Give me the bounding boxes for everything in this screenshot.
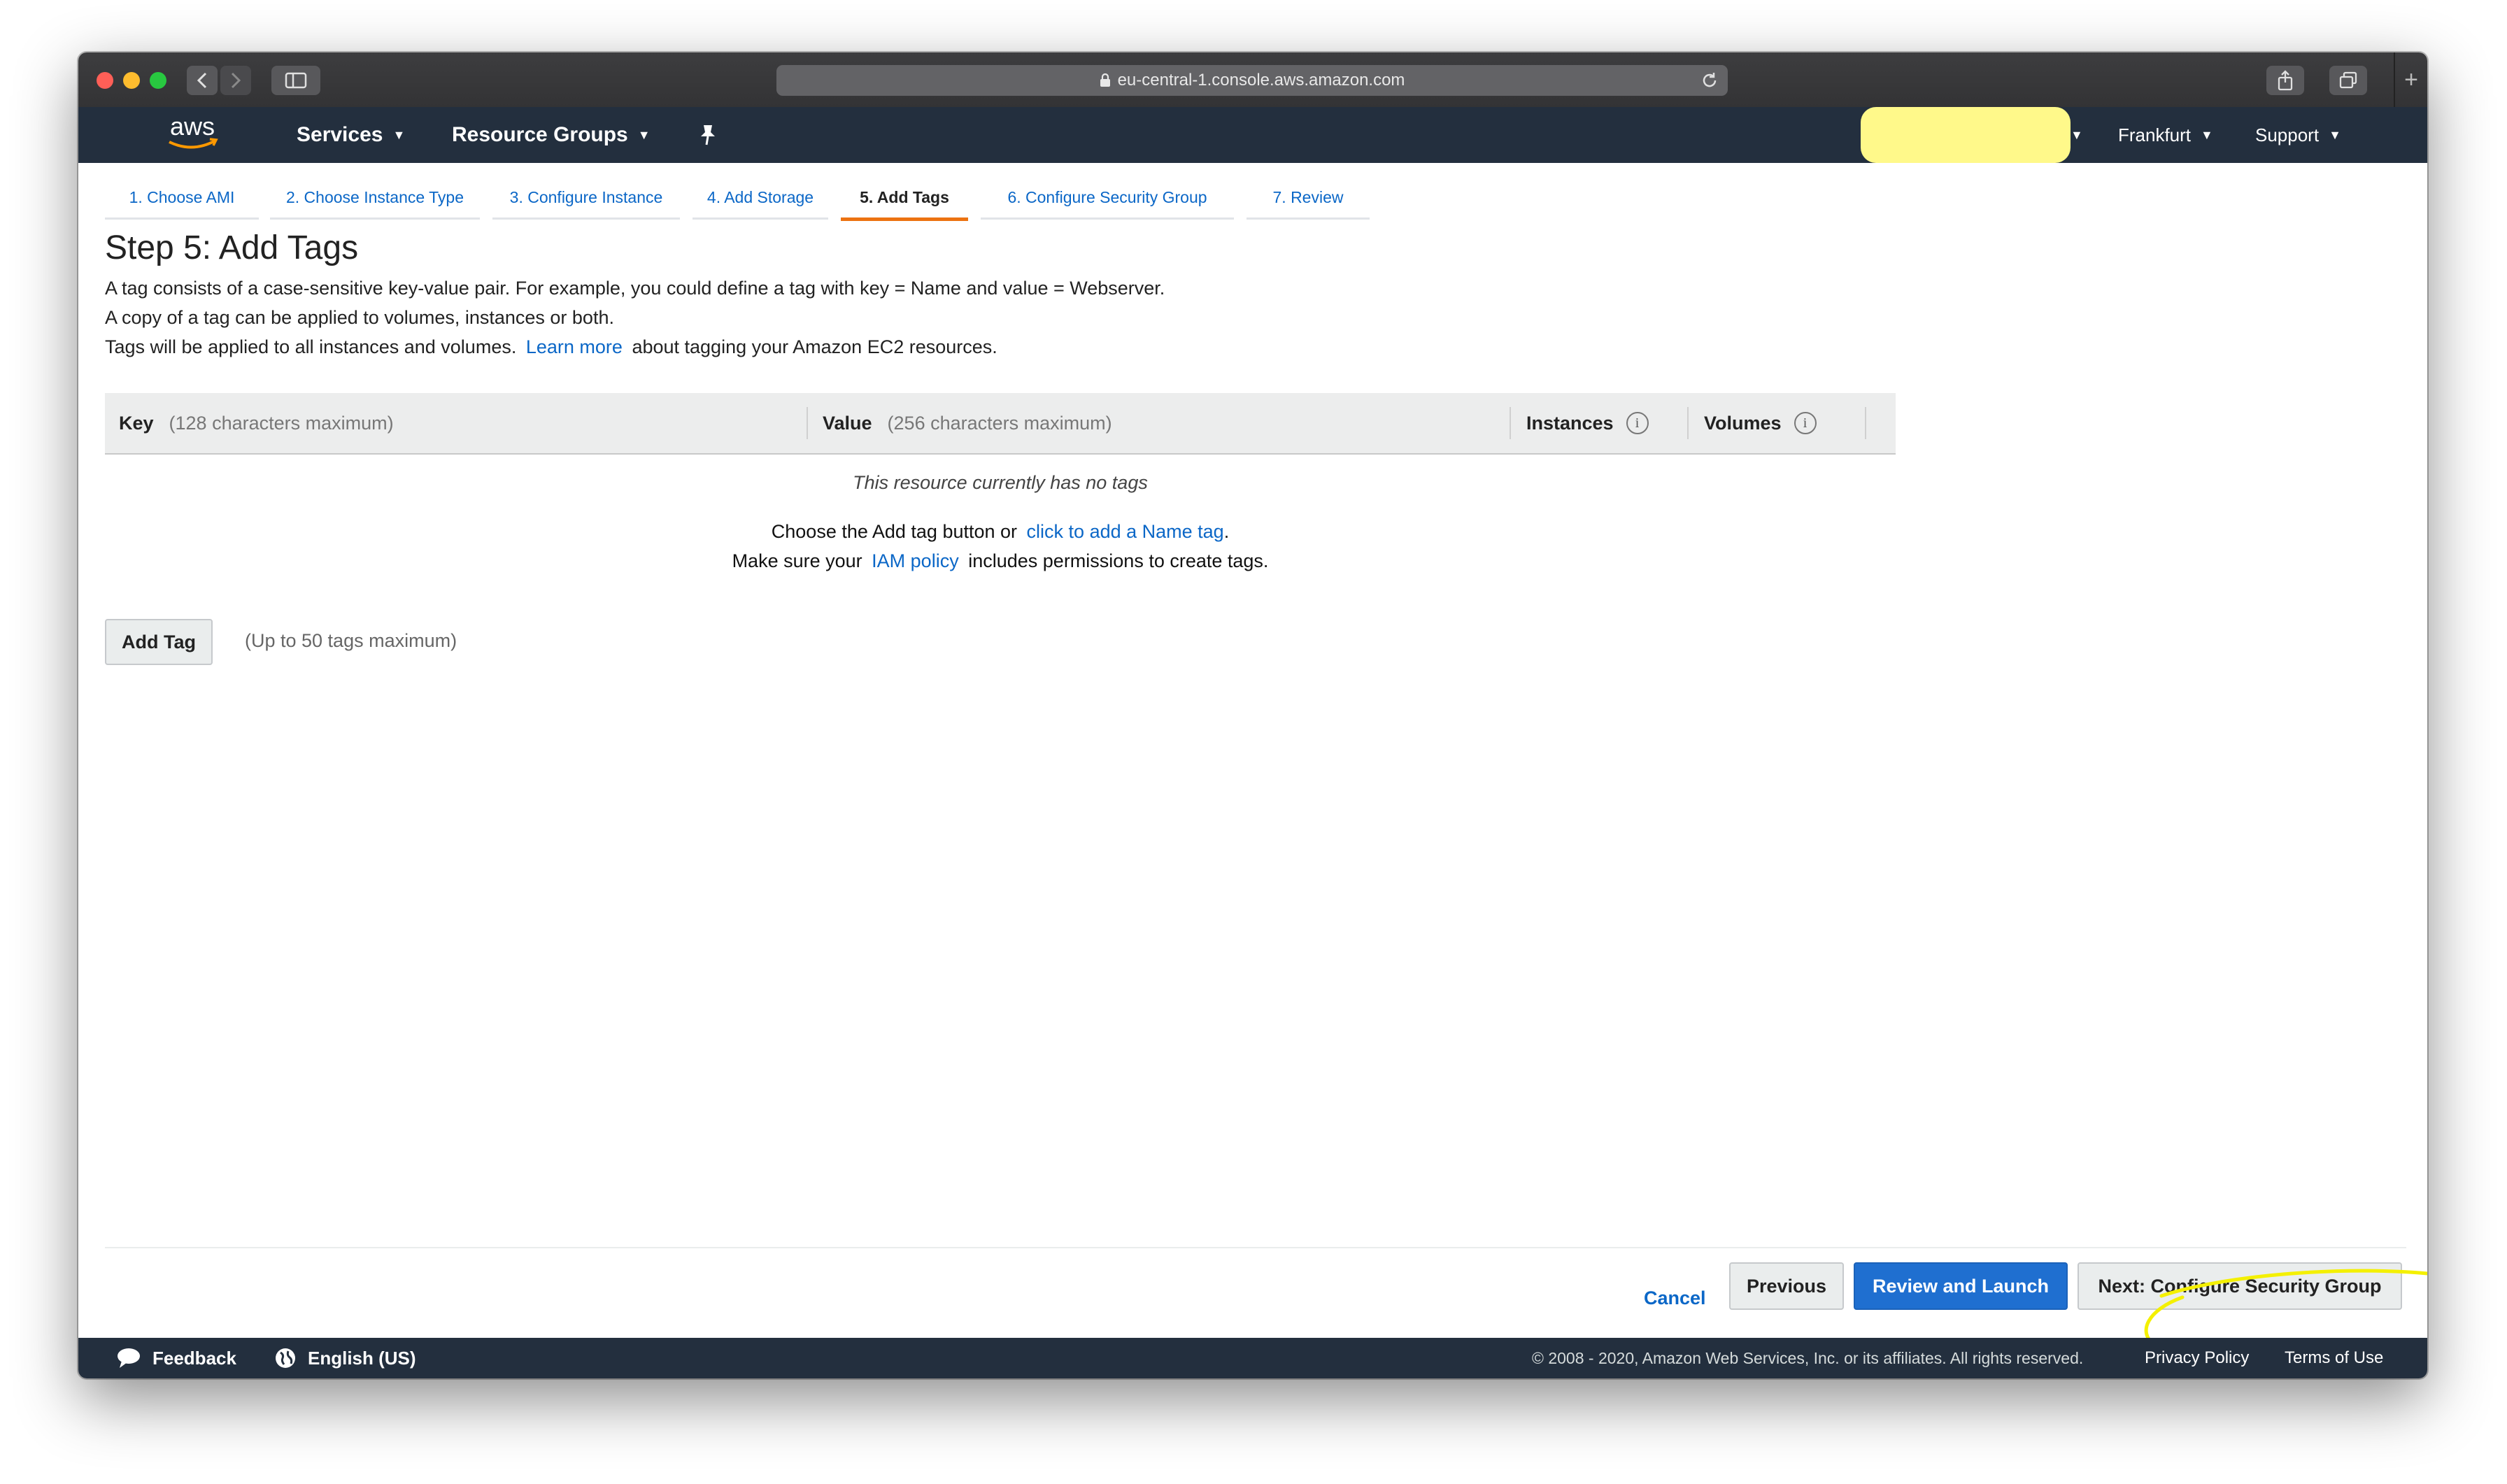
description-line-2: A copy of a tag can be applied to volume… — [105, 307, 614, 328]
back-button[interactable] — [187, 66, 218, 95]
terms-of-use-link[interactable]: Terms of Use — [2285, 1338, 2383, 1378]
chevron-down-icon: ▼ — [2071, 127, 2083, 142]
previous-button[interactable]: Previous — [1729, 1262, 1844, 1310]
chevron-left-icon — [197, 72, 207, 89]
step-configure-instance[interactable]: 3. Configure Instance — [492, 177, 680, 220]
privacy-policy-link[interactable]: Privacy Policy — [2145, 1338, 2249, 1378]
new-tab-button[interactable]: + — [2394, 52, 2427, 107]
chevron-down-icon: ▼ — [392, 127, 406, 142]
help-text: includes permissions to create tags. — [968, 550, 1269, 571]
svg-text:aws: aws — [170, 112, 215, 141]
add-tag-help: Choose the Add tag button or click to ad… — [105, 521, 1896, 543]
minimize-window-button[interactable] — [123, 72, 140, 89]
support-label: Support — [2255, 124, 2320, 145]
chevron-down-icon: ▼ — [2201, 127, 2213, 142]
account-name-redacted[interactable] — [1861, 107, 2071, 163]
resource-groups-label: Resource Groups — [452, 123, 628, 146]
chevron-down-icon: ▼ — [2329, 127, 2341, 142]
volumes-header-label: Volumes — [1704, 412, 1782, 434]
aws-logo[interactable]: aws — [161, 111, 224, 161]
help-text: . — [1223, 521, 1230, 542]
address-url: eu-central-1.console.aws.amazon.com — [1117, 71, 1405, 90]
key-header-label: Key — [119, 412, 154, 434]
sidebar-icon — [285, 72, 307, 89]
feedback-label: Feedback — [152, 1347, 236, 1369]
reload-icon[interactable] — [1700, 71, 1719, 90]
help-text: Make sure your — [732, 550, 862, 571]
maximize-window-button[interactable] — [150, 72, 166, 89]
iam-policy-help: Make sure your IAM policy includes permi… — [105, 550, 1896, 572]
info-icon[interactable]: i — [1626, 412, 1649, 434]
step-add-storage[interactable]: 4. Add Storage — [693, 177, 828, 220]
step-configure-security-group[interactable]: 6. Configure Security Group — [981, 177, 1234, 220]
instances-column-header: Instances i — [1526, 393, 1649, 453]
language-selector[interactable]: English (US) — [274, 1338, 416, 1378]
chevron-down-icon: ▼ — [637, 127, 651, 142]
aws-logo-icon: aws — [169, 112, 218, 149]
description-line-3: Tags will be applied to all instances an… — [105, 336, 997, 358]
region-menu[interactable]: Frankfurt ▼ — [2118, 107, 2213, 163]
value-header-label: Value — [823, 412, 872, 434]
description-text: Tags will be applied to all instances an… — [105, 336, 517, 357]
cancel-button[interactable]: Cancel — [1644, 1276, 1706, 1320]
key-column-header: Key (128 characters maximum) — [119, 393, 394, 453]
empty-tags-message: This resource currently has no tags — [853, 472, 1148, 493]
description-text: about tagging your Amazon EC2 resources. — [632, 336, 997, 357]
language-label: English (US) — [308, 1347, 416, 1369]
volumes-column-header: Volumes i — [1704, 393, 1817, 453]
speech-bubble-icon — [118, 1348, 140, 1368]
description-line-1: A tag consists of a case-sensitive key-v… — [105, 278, 1165, 299]
page-title: Step 5: Add Tags — [105, 229, 359, 266]
region-label: Frankfurt — [2118, 124, 2192, 145]
value-column-header: Value (256 characters maximum) — [823, 393, 1112, 453]
instances-header-label: Instances — [1526, 412, 1614, 434]
tags-table-header: Key (128 characters maximum) Value (256 … — [105, 393, 1896, 455]
tabs-overview-button[interactable] — [2329, 66, 2367, 95]
address-bar[interactable]: eu-central-1.console.aws.amazon.com — [776, 65, 1728, 96]
step-add-tags[interactable]: 5. Add Tags — [841, 177, 968, 221]
divider — [105, 1247, 2406, 1248]
services-label: Services — [297, 123, 383, 146]
column-divider — [807, 407, 808, 439]
iam-policy-link[interactable]: IAM policy — [872, 550, 959, 571]
globe-icon — [276, 1348, 295, 1368]
share-button[interactable] — [2266, 66, 2304, 95]
console-footer: Feedback English (US) © 2008 - 2020, Ama… — [78, 1338, 2427, 1378]
add-tag-button[interactable]: Add Tag — [105, 619, 213, 665]
step-choose-ami[interactable]: 1. Choose AMI — [105, 177, 259, 220]
close-window-button[interactable] — [97, 72, 113, 89]
next-configure-security-group-button[interactable]: Next: Configure Security Group — [2078, 1262, 2402, 1310]
feedback-button[interactable]: Feedback — [116, 1338, 236, 1378]
help-text: Choose the Add tag button or — [771, 521, 1018, 542]
browser-toolbar: eu-central-1.console.aws.amazon.com + — [78, 52, 2427, 108]
column-divider — [1510, 407, 1511, 439]
column-divider — [1687, 407, 1689, 439]
tabs-icon — [2339, 71, 2357, 89]
pin-icon — [701, 125, 715, 145]
forward-button[interactable] — [220, 66, 251, 95]
add-tag-limit-hint: (Up to 50 tags maximum) — [245, 630, 457, 651]
value-hint: (256 characters maximum) — [887, 412, 1112, 434]
pin-button[interactable] — [698, 107, 718, 163]
review-and-launch-button[interactable]: Review and Launch — [1854, 1262, 2068, 1310]
chevron-right-icon — [231, 72, 241, 89]
share-icon — [2278, 70, 2293, 91]
support-menu[interactable]: Support ▼ — [2255, 107, 2341, 163]
lock-icon — [1100, 73, 1110, 87]
step-review[interactable]: 7. Review — [1247, 177, 1370, 220]
resource-groups-menu[interactable]: Resource Groups ▼ — [452, 107, 651, 163]
sidebar-toggle-button[interactable] — [271, 66, 320, 95]
aws-top-nav: aws Services ▼ Resource Groups ▼ ▼ Frank… — [78, 107, 2427, 163]
learn-more-link[interactable]: Learn more — [526, 336, 623, 357]
column-divider — [1865, 407, 1866, 439]
step-choose-instance-type[interactable]: 2. Choose Instance Type — [270, 177, 480, 220]
key-hint: (128 characters maximum) — [169, 412, 394, 434]
services-menu[interactable]: Services ▼ — [297, 107, 405, 163]
copyright-text: © 2008 - 2020, Amazon Web Services, Inc.… — [1532, 1348, 2084, 1367]
info-icon[interactable]: i — [1794, 412, 1817, 434]
add-name-tag-link[interactable]: click to add a Name tag — [1027, 521, 1224, 542]
account-menu-caret[interactable]: ▼ — [2071, 107, 2083, 163]
browser-window: eu-central-1.console.aws.amazon.com + aw… — [78, 52, 2427, 1378]
